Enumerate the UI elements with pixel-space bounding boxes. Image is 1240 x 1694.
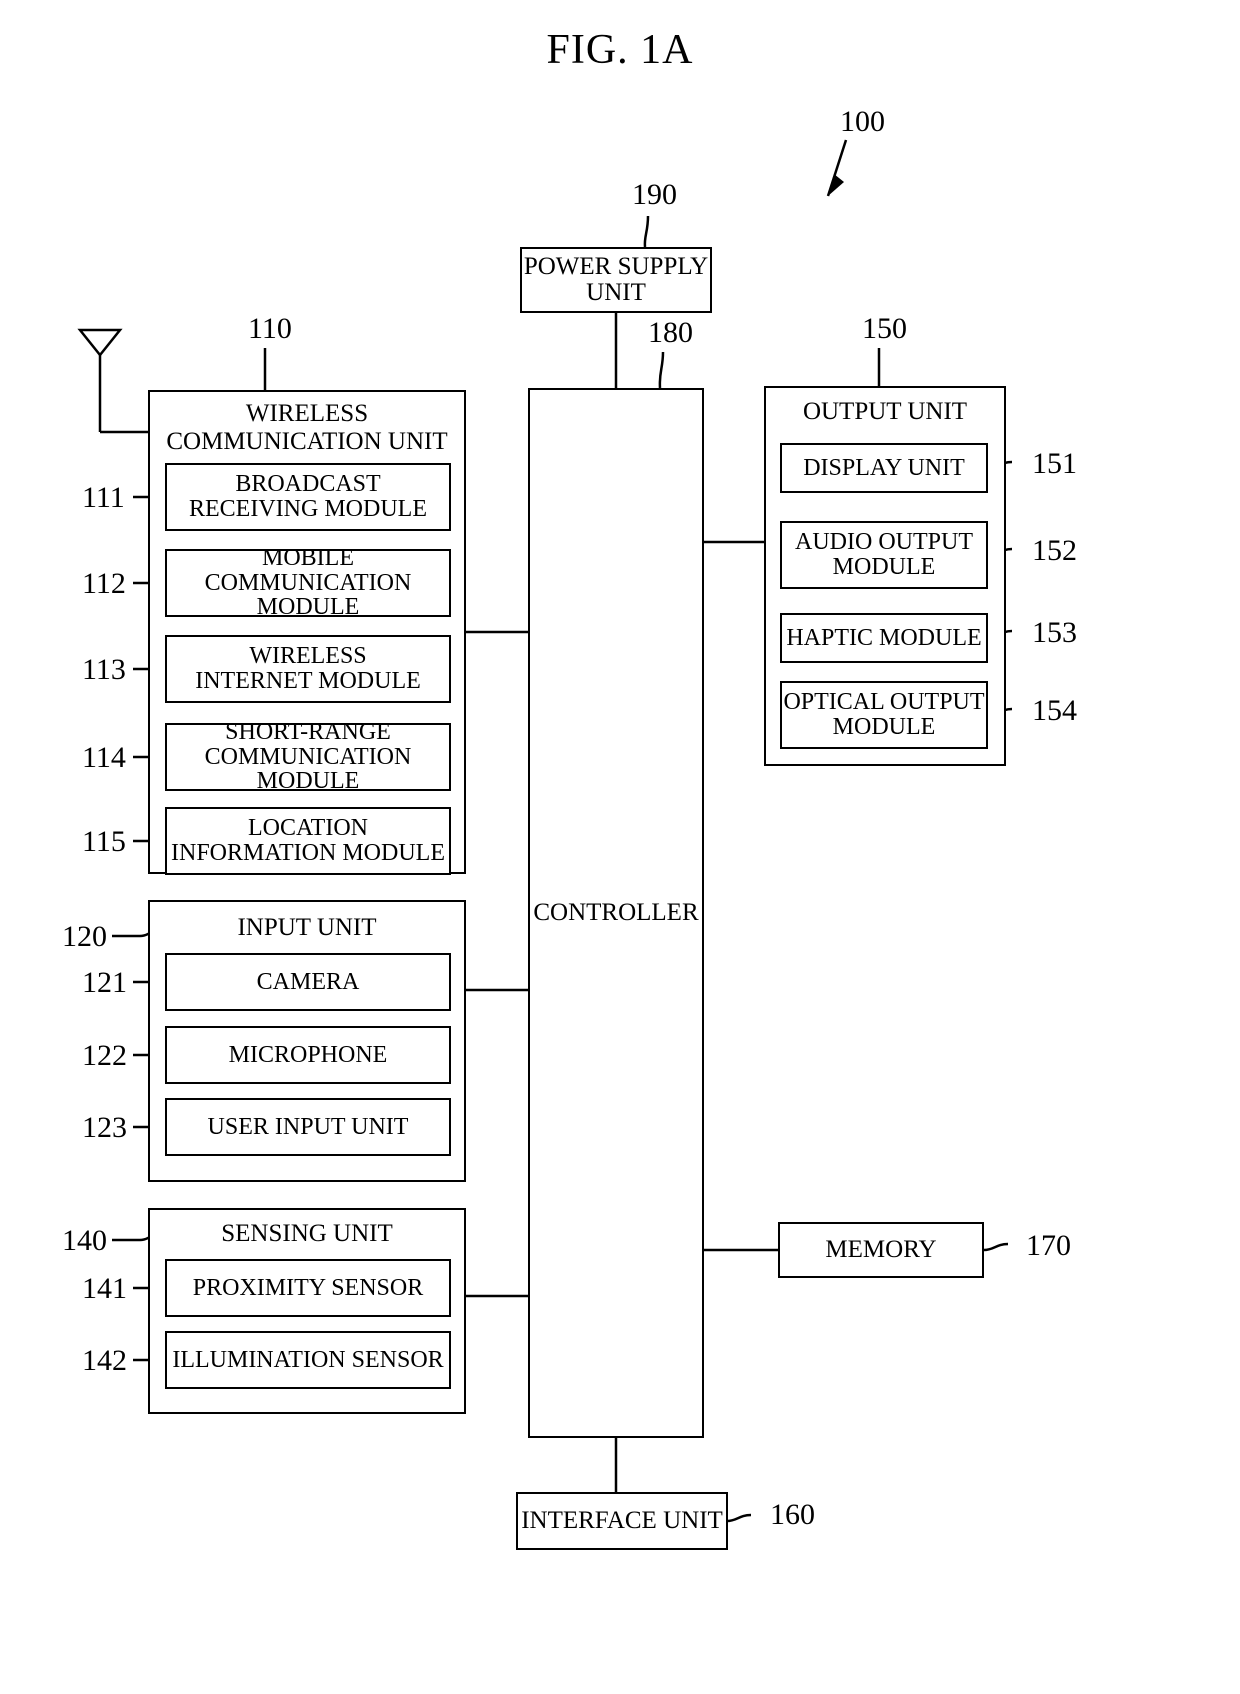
page-title: FIG. 1A [546,27,694,73]
power-supply-unit-box[interactable]: POWER SUPPLY UNIT [520,247,712,313]
input-unit-header-label: INPUT UNIT [237,914,377,941]
interface-unit-label: INTERFACE UNIT [521,1507,723,1534]
location-information-module-label-line2: INFORMATION MODULE [171,840,445,866]
user-input-unit-box[interactable]: USER INPUT UNIT [165,1098,451,1156]
illumination-sensor-box[interactable]: ILLUMINATION SENSOR [165,1331,451,1389]
ref-wireless-internet-module-113: 113 [82,653,126,686]
location-information-module-label-line1: LOCATION [248,815,368,842]
ref-sensing-unit-140: 140 [62,1224,107,1257]
location-information-module-box[interactable]: LOCATION INFORMATION MODULE [165,807,451,875]
short-range-communication-module-box[interactable]: SHORT-RANGE COMMUNICATION MODULE [165,718,451,794]
ref-proximity-sensor-141: 141 [82,1272,127,1305]
ref-short-range-communication-module-114: 114 [82,741,126,774]
controller-label: CONTROLLER [533,899,699,926]
broadcast-receiving-module-box[interactable]: BROADCAST RECEIVING MODULE [165,463,451,531]
display-unit-box[interactable]: DISPLAY UNIT [780,443,988,493]
ref-microphone-122: 122 [82,1039,127,1072]
wcu-header-line2: COMMUNICATION UNIT [166,428,448,455]
camera-box[interactable]: CAMERA [165,953,451,1011]
microphone-box[interactable]: MICROPHONE [165,1026,451,1084]
optical-output-module-label-line2: MODULE [832,714,936,740]
audio-output-module-box[interactable]: AUDIO OUTPUT MODULE [780,521,988,589]
ref-interface-unit-160: 160 [770,1498,815,1531]
ref-audio-output-module-152: 152 [1032,534,1077,567]
user-input-unit-label: USER INPUT UNIT [207,1113,409,1140]
wireless-communication-unit-header: WIRELESS COMMUNICATION UNIT [150,400,464,456]
display-unit-label: DISPLAY UNIT [803,454,965,481]
wireless-internet-module-label-line1: WIRELESS [249,643,367,670]
proximity-sensor-box[interactable]: PROXIMITY SENSOR [165,1259,451,1317]
power-supply-unit-label-line1: POWER SUPPLY [523,253,709,280]
wireless-internet-module-label-line2: INTERNET MODULE [195,668,421,694]
audio-output-module-label-line1: AUDIO OUTPUT [795,529,973,556]
ref-memory-170: 170 [1026,1229,1071,1262]
camera-label: CAMERA [256,968,360,995]
output-unit-header: OUTPUT UNIT [766,398,1004,426]
ref-power-supply-190: 190 [632,178,677,211]
wcu-header-line1: WIRELESS [245,400,369,427]
ref-optical-output-module-154: 154 [1032,694,1077,727]
ref-display-unit-151: 151 [1032,447,1077,480]
memory-box[interactable]: MEMORY [778,1222,984,1278]
broadcast-receiving-module-label-line1: BROADCAST [235,471,381,498]
microphone-label: MICROPHONE [228,1041,388,1068]
audio-output-module-label-line2: MODULE [832,554,936,580]
ref-illumination-sensor-142: 142 [82,1344,127,1377]
short-range-communication-module-label-line1: SHORT-RANGE [225,718,391,745]
illumination-sensor-label: ILLUMINATION SENSOR [172,1346,444,1373]
sensing-unit-header: SENSING UNIT [150,1220,464,1248]
ref-camera-121: 121 [82,966,127,999]
ref-location-information-module-115: 115 [82,825,126,858]
short-range-communication-module-label-line2: COMMUNICATION MODULE [204,743,412,795]
mobile-communication-module-label-line1: MOBILE [262,544,354,571]
broadcast-receiving-module-label-line2: RECEIVING MODULE [189,496,427,522]
controller-box[interactable]: CONTROLLER [528,388,704,1438]
ref-user-input-unit-123: 123 [82,1111,127,1144]
input-unit-header: INPUT UNIT [150,914,464,942]
ref-mobile-communication-module-112: 112 [82,567,126,600]
ref-output-unit-150: 150 [862,312,907,345]
ref-haptic-module-153: 153 [1032,616,1077,649]
ref-broadcast-receiving-module-111: 111 [82,481,125,514]
memory-label: MEMORY [825,1236,937,1263]
ref-wireless-communication-unit-110: 110 [248,312,292,345]
wireless-internet-module-box[interactable]: WIRELESS INTERNET MODULE [165,635,451,703]
ref-controller-180: 180 [648,316,693,349]
power-supply-unit-label-line2: UNIT [586,279,646,306]
haptic-module-box[interactable]: HAPTIC MODULE [780,613,988,663]
mobile-communication-module-label-line2: COMMUNICATION MODULE [204,569,412,621]
mobile-communication-module-box[interactable]: MOBILE COMMUNICATION MODULE [165,544,451,620]
output-unit-header-label: OUTPUT UNIT [802,398,968,425]
ref-system-100: 100 [840,105,885,138]
haptic-module-label: HAPTIC MODULE [786,624,982,651]
proximity-sensor-label: PROXIMITY SENSOR [192,1274,424,1301]
ref-input-unit-120: 120 [62,920,107,953]
sensing-unit-header-label: SENSING UNIT [221,1220,393,1247]
optical-output-module-label-line1: OPTICAL OUTPUT [783,689,985,716]
optical-output-module-box[interactable]: OPTICAL OUTPUT MODULE [780,681,988,749]
interface-unit-box[interactable]: INTERFACE UNIT [516,1492,728,1550]
